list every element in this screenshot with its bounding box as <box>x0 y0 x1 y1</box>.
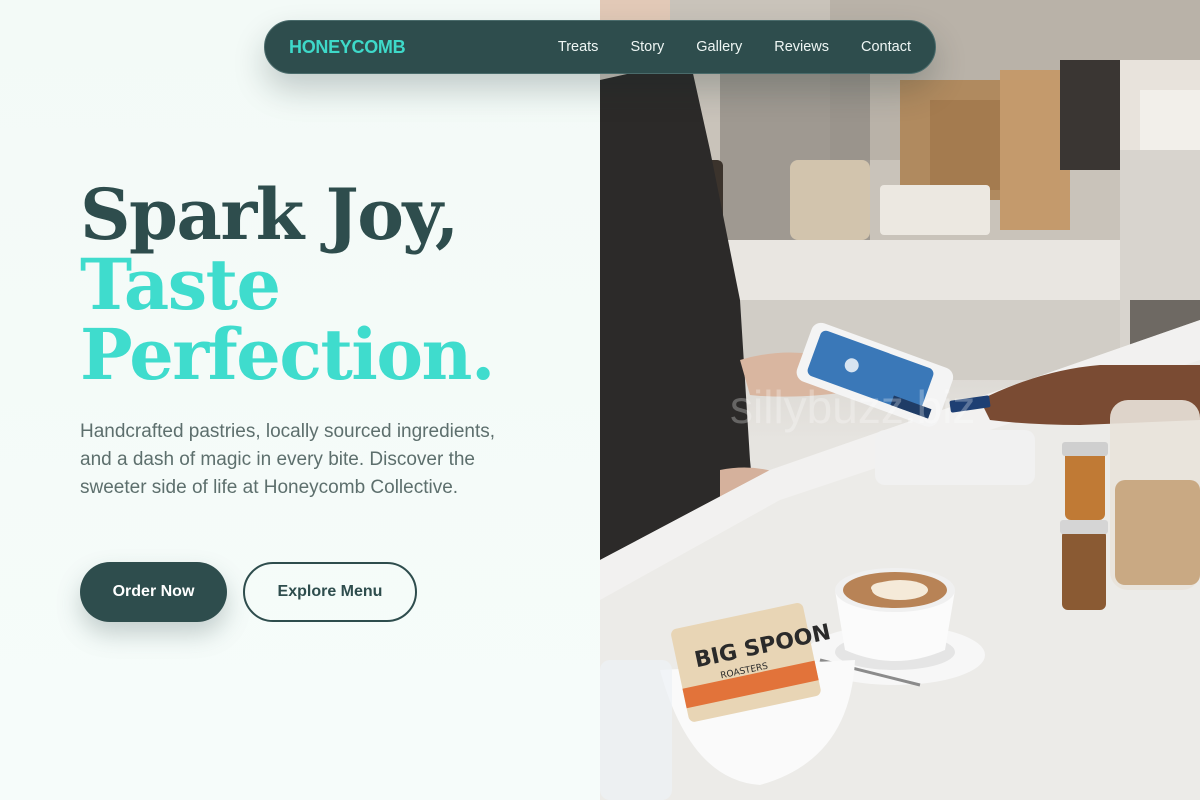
hero-subtext: Handcrafted pastries, locally sourced in… <box>80 421 496 498</box>
nav-link-treats[interactable]: Treats <box>558 39 599 55</box>
nav-link-contact[interactable]: Contact <box>861 39 911 55</box>
explore-menu-button[interactable]: Explore Menu <box>243 562 417 622</box>
headline-line-1: Spark Joy, <box>80 173 459 256</box>
nav-link-story[interactable]: Story <box>630 39 664 55</box>
order-now-button[interactable]: Order Now <box>80 562 227 622</box>
top-nav-bar: HONEYCOMB Treats Story Gallery Reviews C… <box>264 20 936 74</box>
watermark-text: sillybuzz.biz <box>730 381 976 433</box>
nav-link-gallery[interactable]: Gallery <box>696 39 742 55</box>
nav-link-reviews[interactable]: Reviews <box>774 39 829 55</box>
nav-links: Treats Story Gallery Reviews Contact <box>558 39 911 55</box>
headline-line-2: Taste <box>80 243 281 326</box>
brand-logo[interactable]: HONEYCOMB <box>289 37 406 58</box>
hero-left-panel <box>0 0 600 800</box>
hero-headline: Spark Joy, Taste Perfection. <box>80 180 580 390</box>
hero-photo: BIG SPOON ROASTERS sillybuzz.biz <box>600 0 1200 800</box>
headline-line-3: Perfection. <box>80 313 495 396</box>
